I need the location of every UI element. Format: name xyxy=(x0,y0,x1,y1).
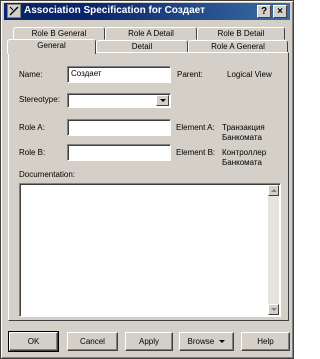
association-specification-dialog: Association Specification for Создает ? … xyxy=(0,0,294,359)
association-icon xyxy=(7,4,21,18)
cancel-button[interactable]: Cancel xyxy=(67,332,118,351)
ok-button[interactable]: OK xyxy=(8,331,59,352)
general-tab-panel xyxy=(8,52,289,321)
apply-button[interactable]: Apply xyxy=(125,332,173,351)
help-button[interactable]: Help xyxy=(241,332,290,351)
caret-down-icon xyxy=(219,340,226,344)
close-title-button[interactable]: × xyxy=(273,5,287,18)
help-title-button[interactable]: ? xyxy=(257,5,271,18)
window-title: Association Specification for Создает xyxy=(24,5,205,16)
browse-button[interactable]: Browse xyxy=(179,332,234,351)
browse-label: Browse xyxy=(187,337,215,346)
title-bar[interactable]: Association Specification for Создает ? … xyxy=(4,3,290,20)
tab-general[interactable]: General xyxy=(7,39,96,54)
tab-role-b-detail[interactable]: Role B Detail xyxy=(197,27,285,40)
tab-role-a-detail[interactable]: Role A Detail xyxy=(105,27,197,40)
